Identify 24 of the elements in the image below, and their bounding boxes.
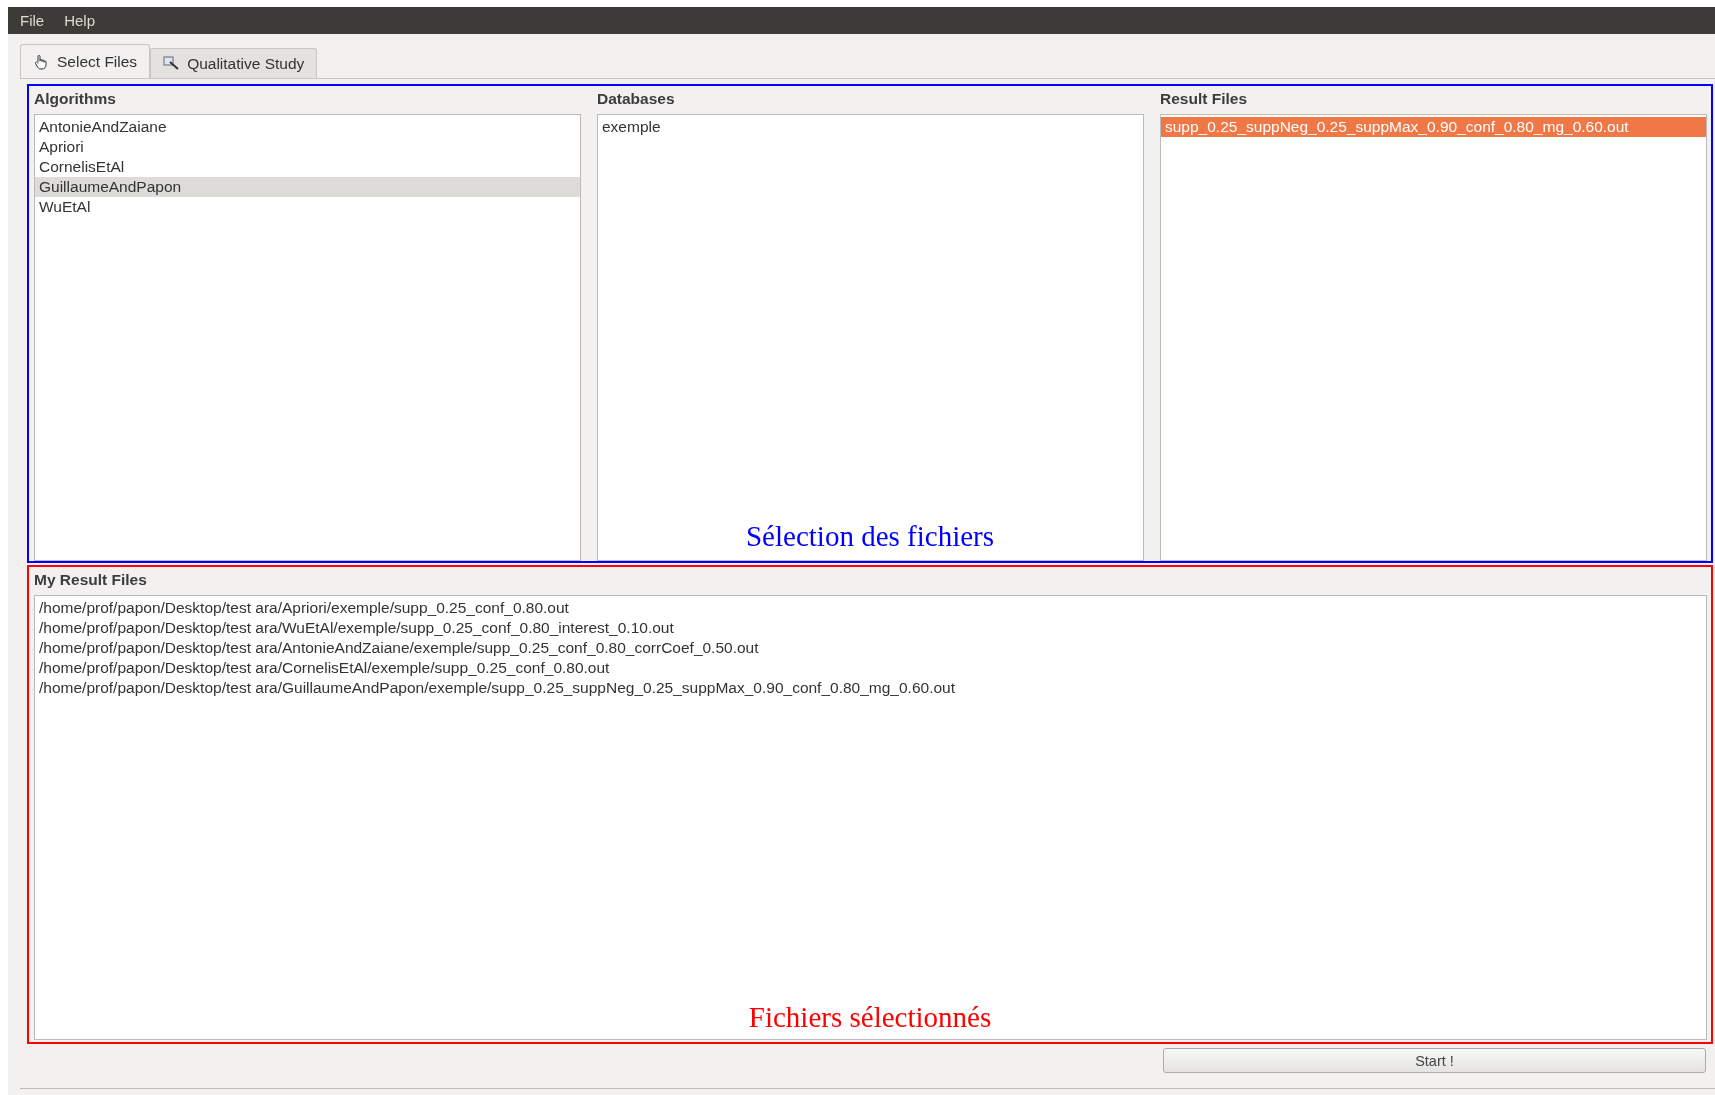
annotation-label: Fichiers sélectionnés [748, 1001, 992, 1034]
list-item[interactable]: Apriori [35, 137, 580, 157]
hand-icon [33, 53, 49, 70]
menu-item[interactable]: Help [64, 12, 96, 29]
magnifier-icon [163, 55, 180, 72]
annotation-label: Sélection des fichiers [746, 520, 994, 553]
list-title: My Result Files [34, 570, 148, 590]
list-item[interactable]: exemple [598, 117, 1143, 137]
menu-item[interactable]: File [20, 12, 45, 29]
list-item[interactable]: AntonieAndZaiane [35, 117, 580, 137]
list-title: Result Files [1160, 89, 1248, 109]
list-item[interactable]: CornelisEtAl [35, 157, 580, 177]
list-item[interactable]: /home/prof/papon/Desktop/test ara/CornelisEtAl/exemple/supp_0.25_conf_0.80.out [35, 658, 1706, 678]
list-item[interactable]: /home/prof/papon/Desktop/test ara/GuillaumeAndPapon/exemple/supp_0.25_suppNeg_0.25_suppMax_0.90_conf_0.80_mg_0.60.out [35, 678, 1706, 698]
list-item[interactable]: GuillaumeAndPapon [35, 177, 580, 197]
list-item[interactable]: /home/prof/papon/Desktop/test ara/AntonieAndZaiane/exemple/supp_0.25_conf_0.80_corrCoef_0.50.out [35, 638, 1706, 658]
list-item[interactable]: /home/prof/papon/Desktop/test ara/Apriori/exemple/supp_0.25_conf_0.80.out [35, 598, 1706, 618]
tab[interactable]: Qualitative Study [150, 48, 318, 78]
list-title: Databases [597, 89, 676, 109]
list-item[interactable]: /home/prof/papon/Desktop/test ara/WuEtAl/exemple/supp_0.25_conf_0.80_interest_0.10.out [35, 618, 1706, 638]
list-item[interactable]: WuEtAl [35, 197, 580, 217]
start-button[interactable]: Start ! [1163, 1048, 1706, 1073]
tab[interactable]: Select Files [20, 44, 151, 78]
list-title: Algorithms [34, 89, 117, 109]
